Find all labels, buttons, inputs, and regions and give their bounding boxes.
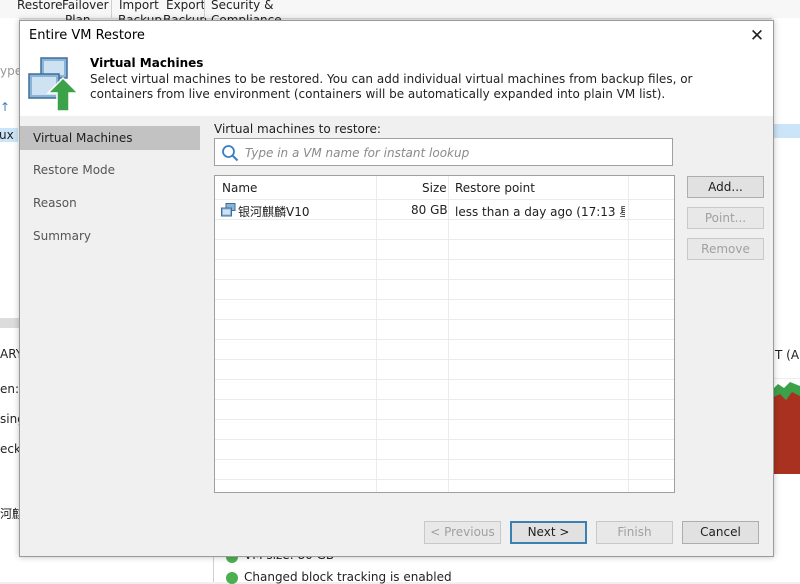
wizard-steps: Virtual Machines Restore Mode Reason Sum…: [20, 116, 200, 512]
header-title: Virtual Machines: [90, 56, 204, 70]
vm-search-box[interactable]: [214, 138, 673, 166]
bg-text: ux: [0, 128, 18, 142]
previous-button[interactable]: < Previous: [424, 521, 501, 544]
step-reason[interactable]: Reason: [20, 191, 200, 215]
remove-button[interactable]: Remove: [687, 238, 764, 260]
row-divider: [215, 279, 674, 280]
check-icon: [226, 572, 238, 584]
bg-text: eck: [0, 442, 21, 456]
ribbon-import-button[interactable]: Import: [119, 0, 159, 12]
dialog-title: Entire VM Restore: [29, 28, 145, 43]
row-divider: [215, 439, 674, 440]
dialog-header: Virtual Machines Select virtual machines…: [20, 53, 773, 113]
row-divider: [215, 399, 674, 400]
vm-icon: [221, 203, 236, 217]
column-header-restore-point[interactable]: Restore point: [455, 181, 535, 195]
entire-vm-restore-dialog: Entire VM Restore ✕ Virtual Machines Sel…: [19, 20, 774, 557]
point-button[interactable]: Point...: [687, 207, 764, 229]
column-divider: [628, 176, 629, 492]
row-divider: [215, 299, 674, 300]
bg-text: T (ALL: [775, 348, 800, 362]
up-arrow-icon: ↑: [0, 100, 11, 114]
vm-restore-point-cell: less than a day ago (17:13 星...: [455, 205, 625, 219]
vms-to-restore-label: Virtual machines to restore:: [214, 122, 381, 136]
ribbon-separator: [111, 0, 112, 18]
column-header-name[interactable]: Name: [222, 181, 257, 195]
divider: [213, 556, 214, 582]
ribbon-failover-button[interactable]: Failover: [62, 0, 109, 12]
close-icon[interactable]: ✕: [746, 25, 768, 47]
ribbon-security-button[interactable]: Security &: [211, 0, 273, 12]
restore-vm-icon: [28, 57, 80, 112]
ribbon-restore-button[interactable]: Restore: [17, 0, 63, 12]
background-right-pane: T (ALL: [772, 18, 800, 582]
vm-search-input[interactable]: [243, 142, 667, 164]
ribbon-export-button[interactable]: Export: [166, 0, 205, 12]
vm-table: Name Size Restore point 银河麒麟V10 80 GB le…: [214, 175, 675, 493]
bg-text: en:: [0, 382, 20, 396]
step-summary[interactable]: Summary: [20, 224, 200, 248]
row-divider: [215, 379, 674, 380]
chart-fragment: [772, 378, 800, 474]
background-left-pane: ype ↑ ux ARY en: sing eck 河麒: [0, 18, 25, 582]
row-divider: [215, 419, 674, 420]
row-divider: [215, 339, 674, 340]
bg-selection: [772, 124, 800, 138]
column-divider: [448, 176, 449, 492]
add-button[interactable]: Add...: [687, 176, 764, 198]
vm-size-cell: 80 GB: [411, 203, 448, 217]
search-icon: [222, 145, 239, 162]
row-divider: [215, 319, 674, 320]
row-divider: [215, 359, 674, 360]
dialog-body: Virtual Machines Restore Mode Reason Sum…: [20, 116, 773, 556]
ribbon-separator: [204, 0, 205, 18]
column-header-size[interactable]: Size: [422, 181, 447, 195]
background-ribbon: Restore Failover Plan Import Backup Expo…: [0, 0, 800, 27]
step-restore-mode[interactable]: Restore Mode: [20, 158, 200, 182]
step-content: Virtual machines to restore: Type in a V…: [200, 116, 773, 512]
row-divider: [215, 239, 674, 240]
cancel-button[interactable]: Cancel: [682, 521, 759, 544]
vm-name-cell: 银河麒麟V10: [238, 205, 310, 219]
row-divider: [215, 459, 674, 460]
next-button[interactable]: Next >: [510, 521, 587, 544]
row-divider: [215, 259, 674, 260]
step-virtual-machines[interactable]: Virtual Machines: [20, 126, 200, 150]
column-divider: [376, 176, 377, 492]
finish-button[interactable]: Finish: [596, 521, 673, 544]
row-divider: [215, 479, 674, 480]
table-row[interactable]: 银河麒麟V10 80 GB less than a day ago (17:13…: [215, 200, 674, 220]
header-description: Select virtual machines to be restored. …: [90, 72, 693, 101]
